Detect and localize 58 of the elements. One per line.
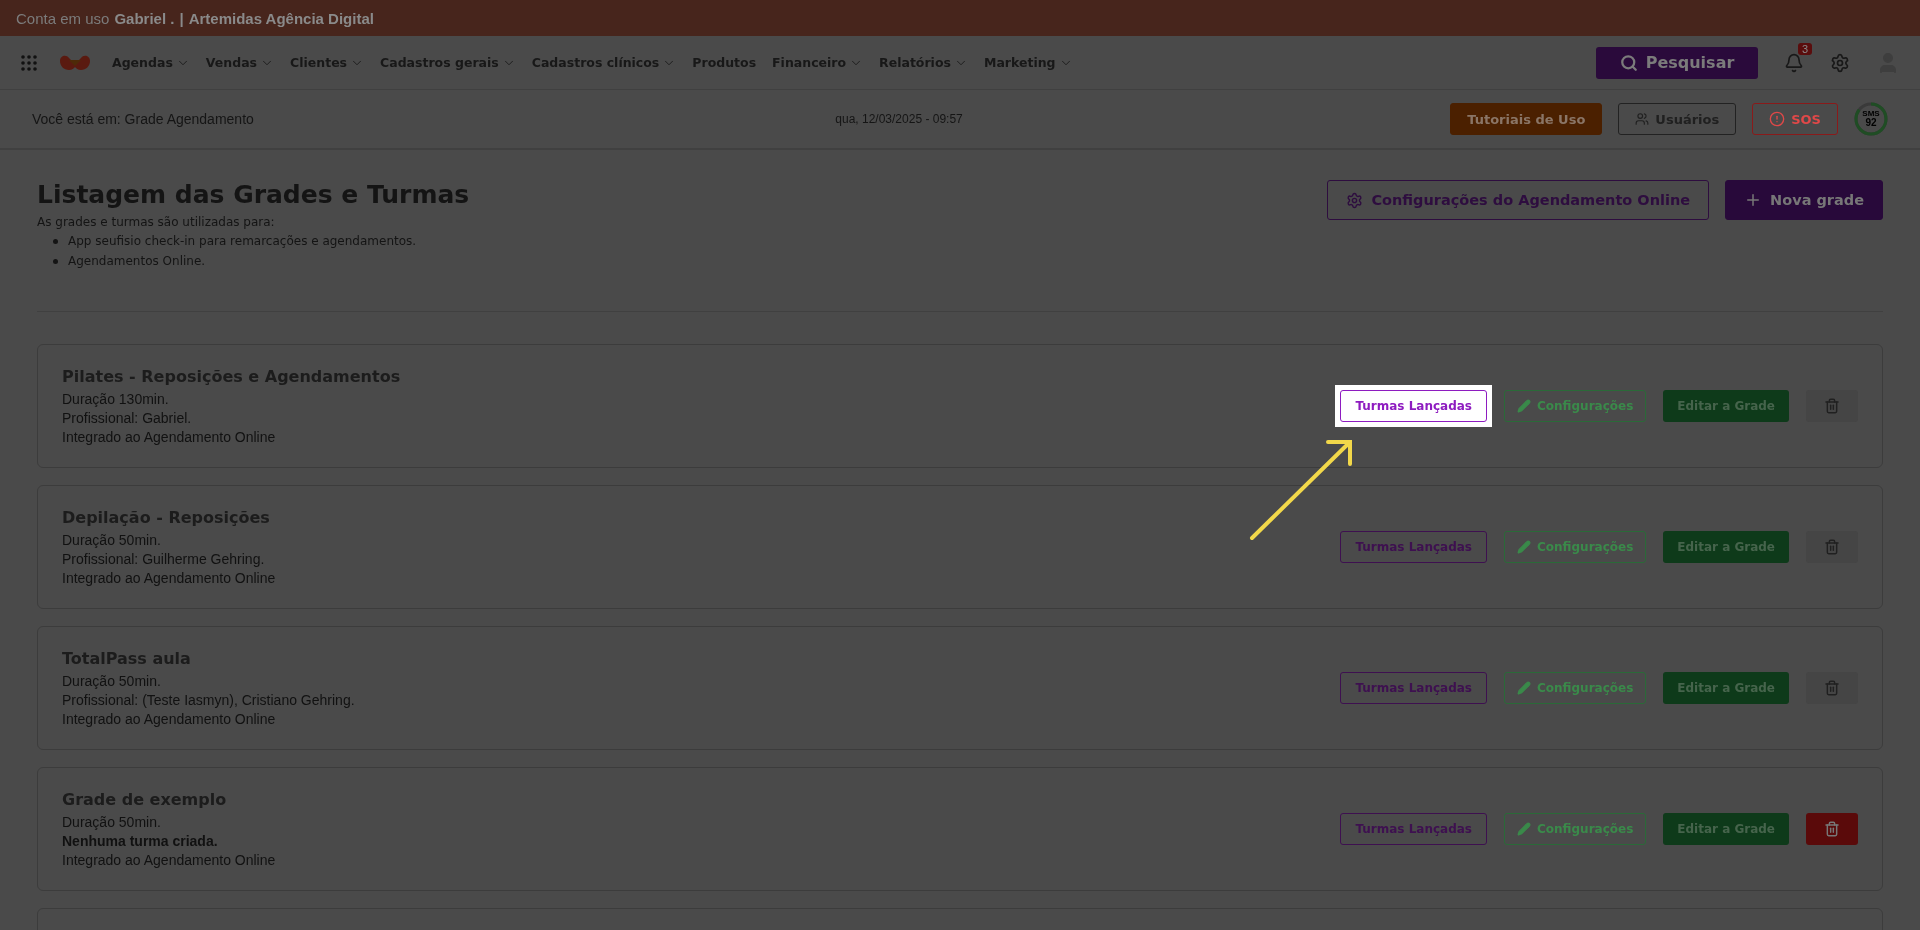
pencil-icon: [1517, 399, 1531, 413]
search-button[interactable]: Pesquisar: [1596, 46, 1758, 79]
bullet-icon: [53, 238, 58, 244]
settings-button[interactable]: Configurações: [1504, 531, 1647, 563]
search-icon: [1619, 53, 1638, 72]
tutorials-button[interactable]: Tutoriais de Uso: [1450, 103, 1603, 135]
settings-button[interactable]: Configurações: [1504, 813, 1647, 845]
classes-button[interactable]: Turmas Lançadas: [1340, 672, 1487, 704]
pencil-icon: [1517, 681, 1531, 695]
edit-grade-button[interactable]: Editar a Grade: [1663, 672, 1789, 704]
account-user: Gabriel .: [114, 9, 175, 27]
alert-icon: [1769, 111, 1786, 127]
account-label: Conta em uso: [16, 9, 110, 27]
notification-badge: 3: [1797, 42, 1812, 55]
settings-icon[interactable]: [1830, 52, 1850, 73]
bell-icon[interactable]: [1784, 52, 1804, 73]
grade-detail: Profissional: Gabriel.: [62, 410, 193, 426]
delete-button[interactable]: [1806, 390, 1858, 422]
grade-detail: Duração 130min.: [62, 391, 170, 407]
trash-icon: [1824, 680, 1840, 696]
sos-button[interactable]: SOS: [1752, 103, 1838, 135]
trash-icon: [1824, 398, 1840, 414]
company-name: Artemidas Agência Digital: [188, 9, 374, 27]
grade-detail: Nenhuma turma criada.: [62, 833, 219, 849]
classes-button[interactable]: Turmas Lançadas: [1340, 390, 1487, 422]
delete-button[interactable]: [1806, 672, 1858, 704]
grade-detail: Duração 50min.: [62, 814, 162, 830]
delete-button[interactable]: [1806, 531, 1858, 563]
gear-icon: [1346, 191, 1364, 209]
sms-count: 92: [1865, 118, 1877, 128]
online-settings-button[interactable]: Configurações do Agendamento Online: [1327, 180, 1710, 220]
grade-detail: Duração 50min.: [62, 673, 162, 689]
settings-button[interactable]: Configurações: [1504, 672, 1647, 704]
grade-detail: Integrado ao Agendamento Online: [62, 429, 277, 445]
grade-detail: Integrado ao Agendamento Online: [62, 570, 277, 586]
delete-button[interactable]: [1806, 813, 1858, 845]
separator-text: |: [179, 9, 184, 27]
grade-detail: Integrado ao Agendamento Online: [62, 852, 277, 868]
classes-button[interactable]: Turmas Lançadas: [1340, 813, 1487, 845]
grade-detail: Duração 50min.: [62, 532, 162, 548]
edit-grade-button[interactable]: Editar a Grade: [1663, 390, 1789, 422]
bullet-icon: [53, 258, 58, 264]
edit-grade-button[interactable]: Editar a Grade: [1663, 531, 1789, 563]
trash-icon: [1824, 821, 1840, 837]
trash-icon: [1824, 539, 1840, 555]
pencil-icon: [1517, 822, 1531, 836]
pencil-icon: [1517, 540, 1531, 554]
apps-grid-icon[interactable]: [20, 53, 38, 72]
new-grade-button[interactable]: Nova grade: [1725, 180, 1883, 220]
edit-grade-button[interactable]: Editar a Grade: [1663, 813, 1789, 845]
grade-detail: Profissional: (Teste Iasmyn), Cristiano Gehring.: [62, 692, 356, 708]
sms-meter: [1854, 102, 1888, 136]
grade-detail: Profissional: Guilherme Gehring.: [62, 551, 266, 567]
grade-detail: Integrado ao Agendamento Online: [62, 711, 277, 727]
classes-button[interactable]: Turmas Lançadas: [1340, 531, 1487, 563]
settings-button[interactable]: Configurações: [1504, 390, 1647, 422]
sms-label: SMS: [1862, 110, 1880, 118]
users-icon: [1635, 112, 1650, 126]
